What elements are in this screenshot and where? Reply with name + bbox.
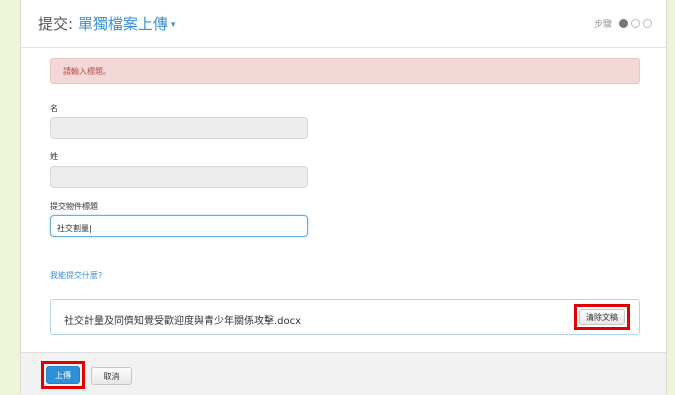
last-name-input[interactable] <box>51 169 307 190</box>
step-dot-1-icon <box>619 19 628 28</box>
panel-header: 提交: 單獨檔案上傳 ▾ 步驟 <box>21 0 666 48</box>
submission-title-label: 提交物件標題 <box>50 202 98 211</box>
selected-file-box: 社交計量及同儕知覺受歡迎度與青少年關係攻擊.docx 清除文稿 <box>50 299 640 335</box>
upload-button-highlight: 上傳 <box>41 361 85 389</box>
clear-file-button[interactable]: 清除文稿 <box>579 309 625 325</box>
title-prefix: 提交: <box>38 15 78 33</box>
submission-type-dropdown[interactable]: 單獨檔案上傳 <box>78 15 168 33</box>
submission-title-input[interactable] <box>51 218 307 239</box>
chevron-down-icon[interactable]: ▾ <box>171 20 176 30</box>
upload-button[interactable]: 上傳 <box>46 366 80 384</box>
first-name-input[interactable] <box>51 120 307 141</box>
what-can-i-submit-link[interactable]: 我能提交什麼? <box>50 270 102 281</box>
step-dot-3-icon <box>643 19 652 28</box>
cancel-button[interactable]: 取消 <box>91 367 132 385</box>
selected-file-name: 社交計量及同儕知覺受歡迎度與青少年關係攻擊.docx <box>64 316 302 327</box>
step-indicator: 步驟 <box>594 17 652 30</box>
last-name-label: 姓 <box>50 152 58 161</box>
clear-button-highlight: 清除文稿 <box>574 304 630 330</box>
page-title: 提交: 單獨檔案上傳 ▾ <box>38 13 175 34</box>
error-message: 請輸入標題。 <box>63 67 111 76</box>
last-name-field[interactable] <box>50 166 308 190</box>
submission-panel: 提交: 單獨檔案上傳▾ 步驟 請輸入標題。 名 姓 提交物件標題 我能提交什麼?… <box>20 0 667 395</box>
submission-title-field[interactable] <box>50 215 308 239</box>
step-dot-2-icon <box>631 19 640 28</box>
first-name-label: 名 <box>50 104 58 113</box>
error-alert: 請輸入標題。 <box>50 58 640 84</box>
first-name-field[interactable] <box>50 117 308 141</box>
steps-label: 步驟 <box>593 20 612 30</box>
panel-footer: 上傳 取消 <box>21 352 666 395</box>
